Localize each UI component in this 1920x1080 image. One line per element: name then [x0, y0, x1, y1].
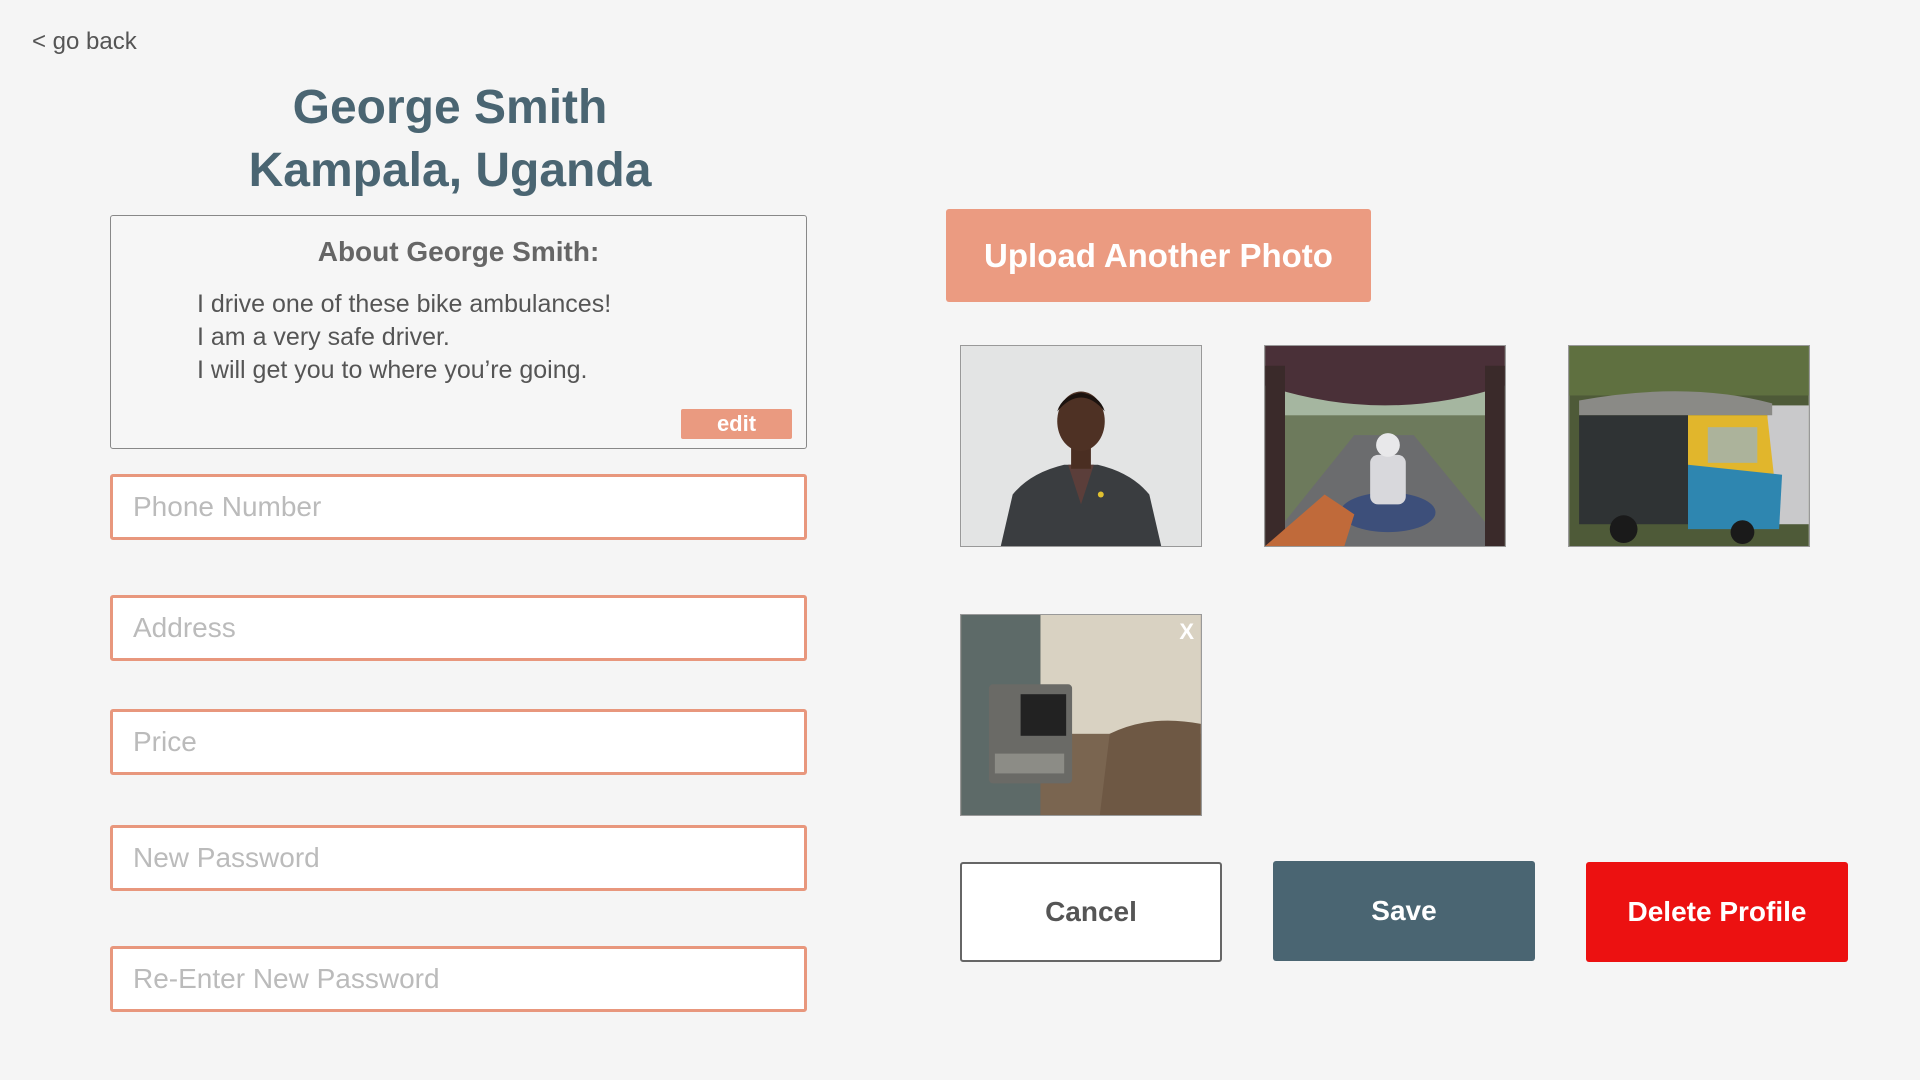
- tuktuk-photo: [1569, 346, 1809, 546]
- road-photo: [1265, 346, 1505, 546]
- about-box: About George Smith: I drive one of these…: [110, 215, 807, 449]
- photo-thumbnail-tuktuk[interactable]: [1568, 345, 1810, 547]
- about-line: I am a very safe driver.: [197, 323, 450, 351]
- about-text: I drive one of these bike ambulances! I …: [197, 288, 611, 387]
- delete-profile-button[interactable]: Delete Profile: [1586, 862, 1848, 962]
- photo-thumbnail-road[interactable]: [1264, 345, 1506, 547]
- profile-name: George Smith: [292, 81, 608, 134]
- cancel-button[interactable]: Cancel: [960, 862, 1222, 962]
- profile-location: Kampala, Uganda: [248, 144, 652, 197]
- remove-photo-icon[interactable]: X: [1179, 621, 1194, 643]
- price-input[interactable]: [110, 709, 807, 775]
- phone-number-input[interactable]: [110, 474, 807, 540]
- upload-photo-button[interactable]: Upload Another Photo: [946, 209, 1371, 302]
- address-input[interactable]: [110, 595, 807, 661]
- new-password-input[interactable]: [110, 825, 807, 891]
- save-button[interactable]: Save: [1273, 861, 1535, 961]
- about-title: About George Smith:: [317, 236, 600, 267]
- go-back-link[interactable]: < go back: [32, 28, 137, 56]
- edit-about-button[interactable]: edit: [681, 409, 792, 439]
- reenter-password-input[interactable]: [110, 946, 807, 1012]
- photo-thumbnail-portrait[interactable]: [960, 345, 1202, 547]
- portrait-photo: [961, 346, 1201, 546]
- meter-photo: [961, 615, 1201, 815]
- photo-thumbnail-meter[interactable]: X: [960, 614, 1202, 816]
- about-line: I drive one of these bike ambulances!: [197, 290, 612, 318]
- about-line: I will get you to where you’re going.: [197, 356, 588, 384]
- profile-header: George Smith Kampala, Uganda: [110, 76, 790, 202]
